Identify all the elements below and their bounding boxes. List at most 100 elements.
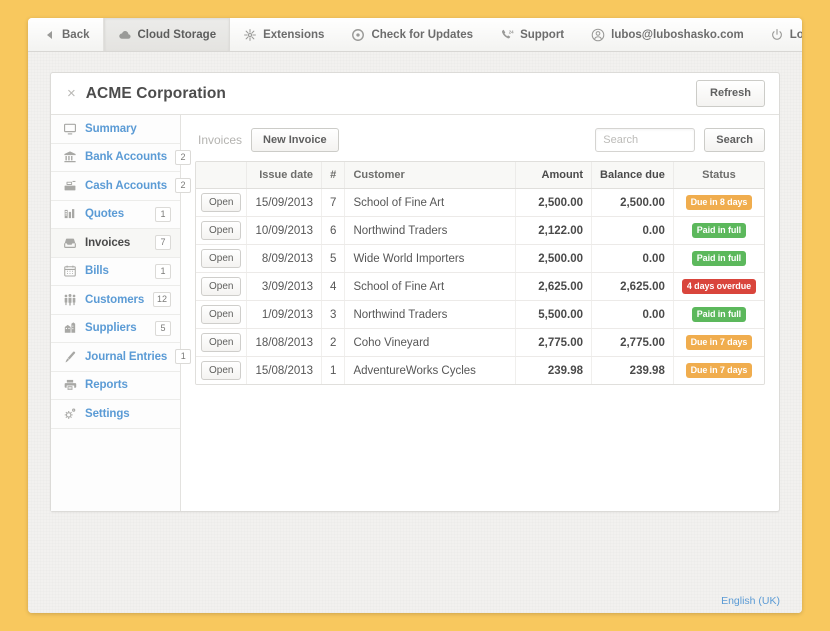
printer-icon — [62, 378, 77, 393]
language-link[interactable]: English (UK) — [721, 595, 780, 607]
table-row[interactable]: Open 8/09/2013 5 Wide World Importers 2,500.… — [196, 244, 764, 274]
sidebar-item-summary[interactable]: Summary — [51, 115, 180, 144]
table-row[interactable]: Open 15/09/2013 7 School of Fine Art 2,500.0… — [196, 188, 764, 218]
search-input[interactable] — [595, 128, 696, 153]
table-body: Open 15/09/2013 7 School of Fine Art 2,500.0… — [196, 188, 764, 385]
open-cell: Open — [196, 188, 248, 218]
open-invoice-button[interactable]: Open — [201, 361, 242, 381]
account-menu[interactable]: lubos@luboshasko.com — [578, 18, 757, 51]
open-invoice-button[interactable]: Open — [201, 193, 242, 213]
balance-due-cell: 2,500.00 — [591, 188, 674, 218]
invoice-number-cell: 7 — [321, 188, 346, 218]
toolbar-item-label: Cloud Storage — [137, 28, 217, 41]
amount-cell: 2,500.00 — [515, 188, 593, 218]
logout-label: Logout — [789, 28, 802, 41]
column-header-number[interactable]: # — [321, 162, 346, 190]
open-invoice-button[interactable]: Open — [201, 305, 242, 325]
app-body: × ACME Corporation Refresh Summary Bank A… — [28, 52, 802, 613]
toolbar-item-extensions[interactable]: Extensions — [230, 18, 338, 51]
sidebar-item-label: Settings — [85, 407, 130, 420]
customer-cell: Northwind Traders — [344, 300, 517, 330]
column-header-issue-date[interactable]: Issue date — [246, 162, 323, 190]
logout-button[interactable]: Logout — [757, 18, 802, 51]
sidebar-item-invoices[interactable]: Invoices 7 — [51, 229, 180, 258]
invoice-number-cell: 6 — [321, 216, 346, 246]
sidebar-item-count-badge: 1 — [155, 206, 171, 222]
top-toolbar-left-group: Back Cloud Storage Extensions Check for Upd… — [28, 18, 578, 51]
sidebar-item-count-badge: 1 — [155, 263, 171, 279]
amount-cell: 2,500.00 — [515, 244, 593, 274]
sidebar-item-settings[interactable]: Settings — [51, 400, 180, 429]
column-header-open[interactable] — [196, 162, 248, 190]
balance-due-cell: 0.00 — [591, 244, 674, 274]
sidebar-item-count-badge: 5 — [155, 320, 171, 336]
search-button[interactable]: Search — [704, 128, 765, 153]
refresh-button[interactable]: Refresh — [696, 80, 765, 107]
table-row[interactable]: Open 10/09/2013 6 Northwind Traders 2,122.00… — [196, 216, 764, 246]
toolbar-item-back[interactable]: Back — [28, 18, 104, 51]
new-invoice-button[interactable]: New Invoice — [251, 128, 339, 153]
open-invoice-button[interactable]: Open — [201, 249, 242, 269]
toolbar-item-support[interactable]: 24 Support — [487, 18, 578, 51]
sidebar-item-cash-accounts[interactable]: Cash Accounts 2 — [51, 172, 191, 201]
toolbar-item-label: Back — [62, 28, 90, 41]
issue-date-cell: 18/08/2013 — [246, 328, 323, 358]
status-badge: 4 days overdue — [681, 279, 756, 295]
open-invoice-button[interactable]: Open — [201, 277, 242, 297]
sidebar-item-journal-entries[interactable]: Journal Entries 1 — [51, 343, 192, 372]
company-panel: × ACME Corporation Refresh Summary Bank A… — [50, 72, 780, 512]
support-phone-icon: 24 — [500, 28, 514, 42]
close-icon[interactable]: × — [67, 86, 76, 101]
table-row[interactable]: Open 15/08/2013 1 AdventureWorks Cycles 239.… — [196, 356, 764, 385]
invoices-table-container: Issue date # Customer Amount Balance due… — [195, 161, 765, 386]
amount-cell: 5,500.00 — [515, 300, 593, 330]
quote-chart-icon — [62, 207, 77, 222]
open-invoice-button[interactable]: Open — [201, 333, 242, 353]
status-badge: Due in 7 days — [685, 335, 753, 351]
column-header-customer[interactable]: Customer — [344, 162, 517, 190]
table-row[interactable]: Open 3/09/2013 4 School of Fine Art 2,625.00… — [196, 272, 764, 302]
application-window: Back Cloud Storage Extensions Check for Upd… — [28, 18, 802, 613]
page-title: ACME Corporation — [85, 84, 226, 102]
sidebar-item-label: Customers — [85, 293, 145, 306]
sidebar-item-label: Reports — [85, 379, 128, 392]
issue-date-cell: 3/09/2013 — [246, 272, 323, 302]
top-toolbar-right-group: lubos@luboshasko.com Logout — [578, 18, 802, 51]
open-cell: Open — [196, 356, 248, 385]
sidebar-item-label: Summary — [85, 122, 137, 135]
column-header-balance-due[interactable]: Balance due — [591, 162, 674, 190]
toolbar-item-cloud-storage[interactable]: Cloud Storage — [103, 18, 231, 51]
invoices-table: Issue date # Customer Amount Balance due… — [196, 162, 764, 385]
table-row[interactable]: Open 1/09/2013 3 Northwind Traders 5,500.00 0… — [196, 300, 764, 330]
column-header-amount[interactable]: Amount — [515, 162, 593, 190]
balance-due-cell: 239.98 — [591, 356, 674, 385]
toolbar-item-label: Extensions — [263, 28, 325, 41]
column-header-status[interactable]: Status — [673, 162, 764, 190]
status-cell: Paid in full — [673, 300, 764, 330]
toolbar-item-label: Support — [520, 28, 565, 41]
issue-date-cell: 15/08/2013 — [246, 356, 323, 385]
sidebar-item-suppliers[interactable]: Suppliers 5 — [51, 315, 180, 343]
sidebar: Summary Bank Accounts 2 Cash Accounts 2 Quote… — [51, 115, 192, 511]
sidebar-item-quotes[interactable]: Quotes 1 — [51, 201, 180, 229]
toolbar-item-check-for-updates[interactable]: Check for Updates — [338, 18, 487, 51]
sidebar-item-customers[interactable]: Customers 12 — [51, 286, 180, 315]
amount-cell: 2,775.00 — [515, 328, 593, 358]
customer-cell: Northwind Traders — [344, 216, 517, 246]
amount-cell: 2,122.00 — [515, 216, 593, 246]
status-badge: Paid in full — [691, 223, 747, 239]
invoice-number-cell: 3 — [321, 300, 346, 330]
status-cell: 4 days overdue — [673, 272, 764, 302]
open-invoice-button[interactable]: Open — [201, 221, 242, 241]
refresh-circle-icon — [351, 28, 365, 42]
issue-date-cell: 1/09/2013 — [246, 300, 323, 330]
invoice-number-cell: 4 — [321, 272, 346, 302]
sidebar-item-bills[interactable]: Bills 1 — [51, 258, 180, 286]
sidebar-item-reports[interactable]: Reports — [51, 372, 180, 400]
issue-date-cell: 15/09/2013 — [246, 188, 323, 218]
sidebar-item-bank-accounts[interactable]: Bank Accounts 2 — [51, 144, 191, 172]
back-arrow-glyph — [46, 30, 52, 39]
table-row[interactable]: Open 18/08/2013 2 Coho Vineyard 2,775.00 2,77… — [196, 328, 764, 358]
main-content: Invoices New Invoice Search Issue date — [181, 115, 779, 511]
table-header: Issue date # Customer Amount Balance due… — [196, 162, 764, 190]
